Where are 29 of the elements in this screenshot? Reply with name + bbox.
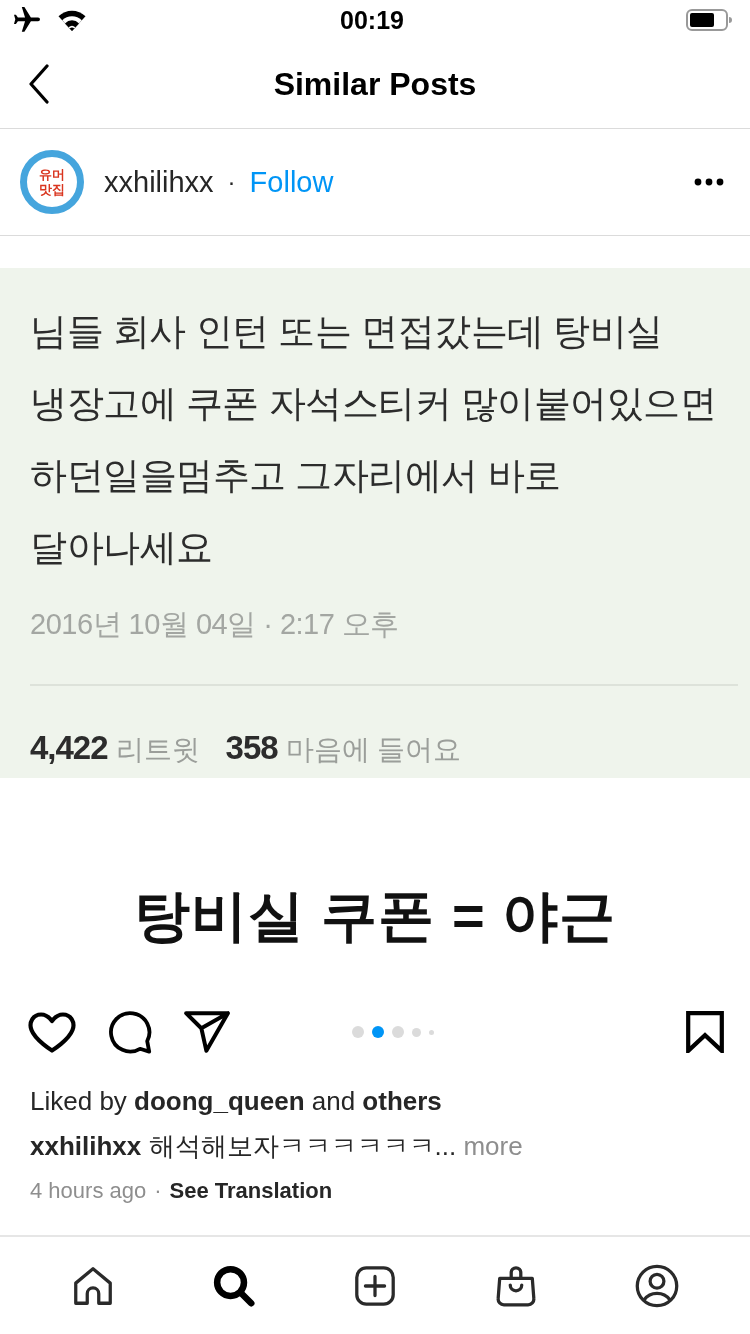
paper-plane-icon[interactable]	[184, 1011, 230, 1053]
stat-label: 마음에 들어요	[285, 733, 462, 767]
battery-icon	[686, 9, 732, 31]
see-translation-link[interactable]: See Translation	[169, 1176, 333, 1206]
more-icon[interactable]	[694, 178, 724, 186]
comment-icon[interactable]	[108, 1010, 152, 1054]
tweet-date: 2016년 10월 04일 · 2:17 오후	[30, 607, 400, 642]
tweet-text: 님들 회사 인턴 또는 면접갔는데 탕비실 냉장고에 쿠폰 자석스티커 많이붙어있으면 하던일을멈추고 그자리에서 바로 달아나세요	[30, 310, 718, 570]
follow-button[interactable]: Follow	[249, 165, 334, 199]
caption-text: xxhilihxx 해석해보자ㅋㅋㅋㅋㅋㅋ... more	[30, 1130, 524, 1163]
user-icon[interactable]	[634, 1262, 681, 1309]
image-caption: 탕비실 쿠폰 = 야근	[133, 883, 617, 949]
separator-dot: ·	[154, 1177, 162, 1205]
username-link[interactable]: xxhilihxx	[104, 165, 214, 199]
post-time: 4 hours ago	[30, 1177, 147, 1205]
bookmark-icon[interactable]	[686, 1011, 724, 1053]
avatar-logo[interactable]: 유머 맛집	[20, 150, 84, 214]
stat-label: 리트윗	[115, 733, 200, 767]
likes-text: Liked by doong_queen and others	[30, 1085, 443, 1118]
wifi-icon	[58, 9, 86, 31]
nav-title: Similar Posts	[272, 65, 478, 104]
separator-dot: ·	[227, 168, 236, 196]
stat-count: 358	[225, 728, 278, 768]
more-link[interactable]: more	[463, 1131, 523, 1161]
airplane-icon	[12, 7, 42, 33]
heart-icon[interactable]	[28, 1010, 76, 1054]
stat-count: 4,422	[30, 728, 108, 768]
back-icon[interactable]	[28, 64, 50, 104]
status-time: 00:19	[340, 5, 404, 35]
